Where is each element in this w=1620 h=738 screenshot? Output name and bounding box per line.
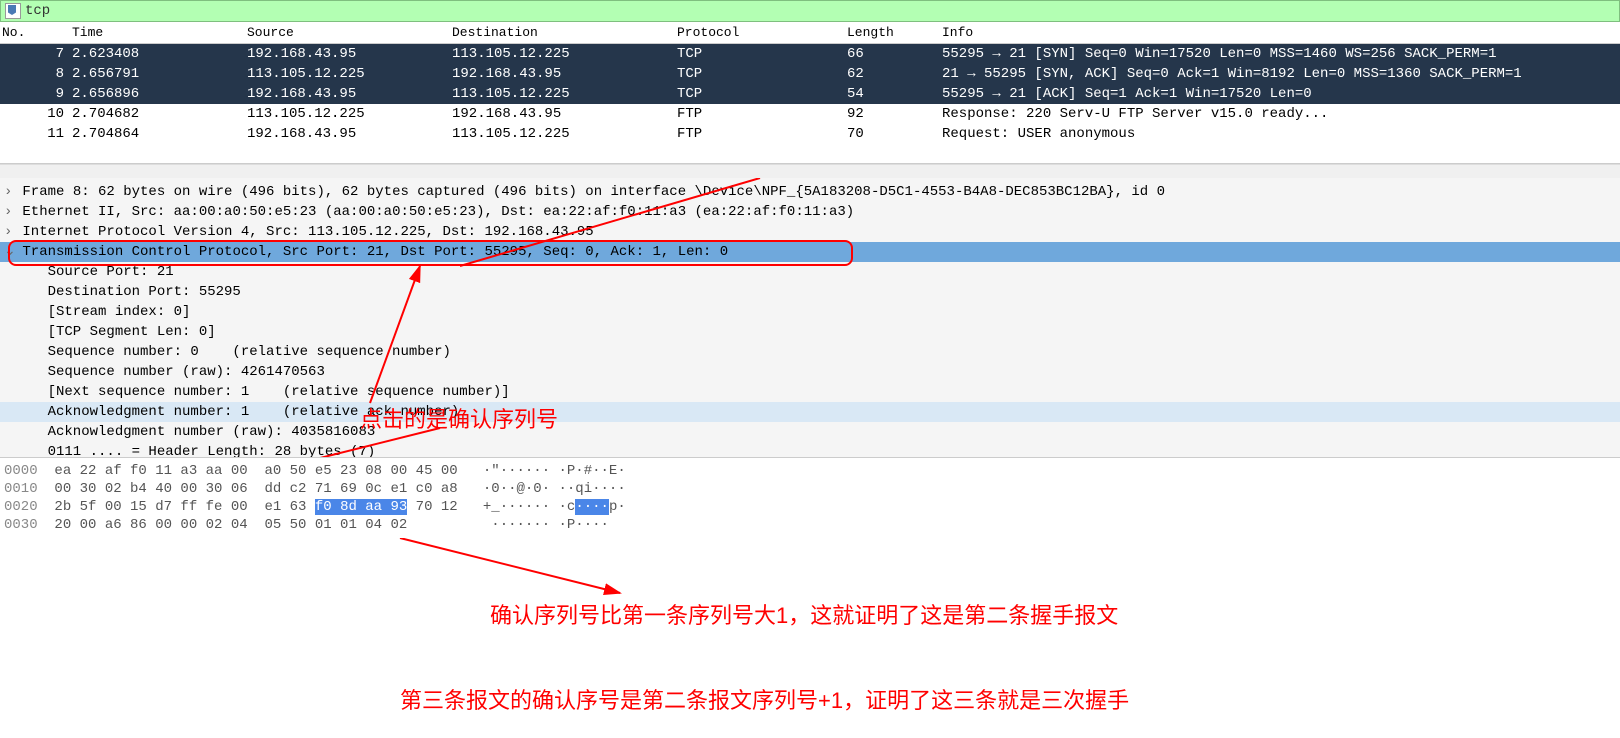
bookmark-icon[interactable]	[5, 3, 21, 19]
tree-ip[interactable]: › Internet Protocol Version 4, Src: 113.…	[0, 222, 1620, 242]
hex-selected-bytes: f0 8d aa 93	[315, 499, 407, 515]
tree-seqraw[interactable]: Sequence number (raw): 4261470563	[0, 362, 1620, 382]
hex-dump-pane[interactable]: 0000 ea 22 af f0 11 a3 aa 00 a0 50 e5 23…	[0, 458, 1620, 538]
annotation-red-box	[8, 240, 853, 266]
tree-nextseq[interactable]: [Next sequence number: 1 (relative seque…	[0, 382, 1620, 402]
col-header-source[interactable]: Source	[247, 25, 452, 40]
hex-row-2[interactable]: 0020 2b 5f 00 15 d7 ff fe 00 e1 63 f0 8d…	[0, 498, 1620, 516]
hex-row-1[interactable]: 0010 00 30 02 b4 40 00 30 06 dd c2 71 69…	[0, 480, 1620, 498]
annotation-text-3: 第三条报文的确认序号是第二条报文序列号+1，证明了这三条就是三次握手	[400, 683, 1129, 715]
hex-row-3[interactable]: 0030 20 00 a6 86 00 00 02 04 05 50 01 01…	[0, 516, 1620, 534]
annotation-text-1: 点击的是确认序列号	[360, 402, 558, 434]
tree-ackrel[interactable]: Acknowledgment number: 1 (relative ack n…	[0, 402, 1620, 422]
packet-row[interactable]: 72.623408192.168.43.95113.105.12.225TCP6…	[0, 44, 1620, 64]
annotation-area: 确认序列号比第一条序列号大1，这就证明了这是第二条握手报文 第三条报文的确认序号…	[0, 538, 1620, 738]
col-header-destination[interactable]: Destination	[452, 25, 677, 40]
packet-row[interactable]: 82.656791113.105.12.225192.168.43.95TCP6…	[0, 64, 1620, 84]
tree-seqrel[interactable]: Sequence number: 0 (relative sequence nu…	[0, 342, 1620, 362]
packet-row[interactable]: 102.704682113.105.12.225192.168.43.95FTP…	[0, 104, 1620, 124]
display-filter-bar[interactable]	[0, 0, 1620, 22]
packet-list-scrollbar[interactable]	[0, 164, 1620, 178]
packet-details-pane[interactable]: › Frame 8: 62 bytes on wire (496 bits), …	[0, 178, 1620, 458]
packet-list-header: No. Time Source Destination Protocol Len…	[0, 22, 1620, 44]
tree-seglen[interactable]: [TCP Segment Len: 0]	[0, 322, 1620, 342]
display-filter-input[interactable]	[25, 3, 1615, 19]
packet-row[interactable]: 112.704864192.168.43.95113.105.12.225FTP…	[0, 124, 1620, 144]
tree-dstport[interactable]: Destination Port: 55295	[0, 282, 1620, 302]
col-header-time[interactable]: Time	[72, 25, 247, 40]
tree-ethernet[interactable]: › Ethernet II, Src: aa:00:a0:50:e5:23 (a…	[0, 202, 1620, 222]
col-header-length[interactable]: Length	[847, 25, 942, 40]
annotation-text-2: 确认序列号比第一条序列号大1，这就证明了这是第二条握手报文	[490, 598, 1118, 630]
tree-stream[interactable]: [Stream index: 0]	[0, 302, 1620, 322]
tree-frame[interactable]: › Frame 8: 62 bytes on wire (496 bits), …	[0, 182, 1620, 202]
packet-row[interactable]: 92.656896192.168.43.95113.105.12.225TCP5…	[0, 84, 1620, 104]
hex-row-0[interactable]: 0000 ea 22 af f0 11 a3 aa 00 a0 50 e5 23…	[0, 462, 1620, 480]
col-header-info[interactable]: Info	[942, 25, 1618, 40]
col-header-no[interactable]: No.	[2, 25, 72, 40]
tree-hdrlen[interactable]: 0111 .... = Header Length: 28 bytes (7)	[0, 442, 1620, 458]
tree-ackraw[interactable]: Acknowledgment number (raw): 4035816083	[0, 422, 1620, 442]
packet-list[interactable]: 72.623408192.168.43.95113.105.12.225TCP6…	[0, 44, 1620, 164]
col-header-protocol[interactable]: Protocol	[677, 25, 847, 40]
